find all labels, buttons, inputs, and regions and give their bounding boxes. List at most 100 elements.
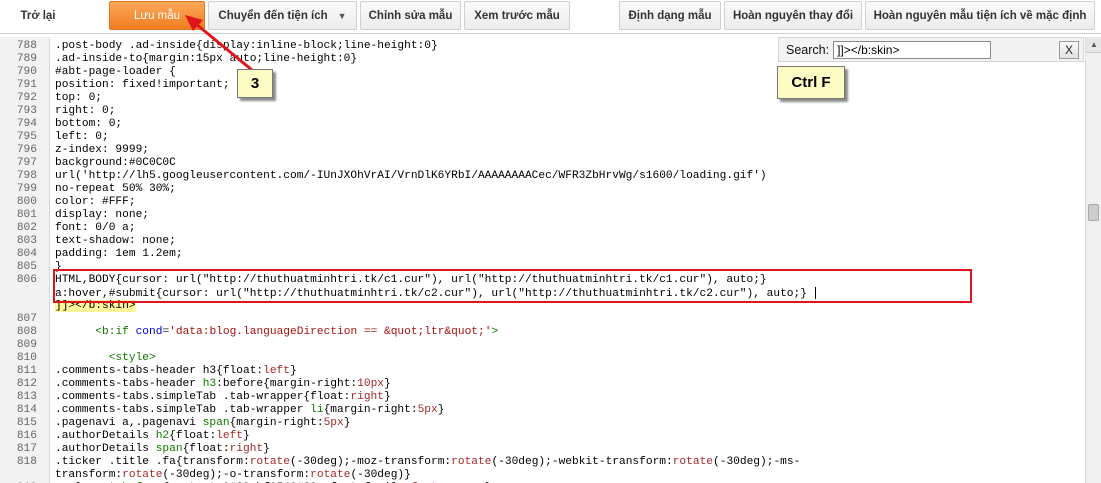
line-number: 801 bbox=[16, 209, 37, 221]
code-token: (-30deg);-ms- bbox=[713, 456, 801, 468]
line-number: 791 bbox=[16, 79, 37, 91]
search-label: Search: bbox=[786, 42, 830, 57]
code-token: url('http://lh5.googleusercontent.com/-I… bbox=[55, 170, 767, 182]
code-line[interactable]: 809 bbox=[0, 339, 1085, 352]
code-token: position: fixed!important; bbox=[55, 79, 230, 91]
line-number: 807 bbox=[16, 313, 37, 325]
code-token: padding: 1em 1.2em; bbox=[55, 248, 183, 260]
save-template-button[interactable]: Lưu mẫu bbox=[109, 1, 205, 30]
line-number: 808 bbox=[16, 326, 37, 338]
line-number: 795 bbox=[16, 131, 37, 143]
code-token: } bbox=[437, 404, 445, 416]
code-token: :before{margin-right: bbox=[216, 378, 358, 390]
code-line[interactable]: 815 .pagenavi a,.pagenavi span{margin-rig… bbox=[0, 417, 1085, 430]
code-token: font: 0/0 a; bbox=[55, 222, 136, 234]
code-token: } bbox=[383, 391, 391, 403]
code-token: <b:if bbox=[95, 326, 136, 338]
code-line[interactable]: 802 font: 0/0 a; bbox=[0, 222, 1085, 235]
revert-changes-button[interactable]: Hoàn nguyên thay đổi bbox=[724, 1, 862, 30]
editor-scrollbar[interactable]: ▲ bbox=[1085, 37, 1101, 483]
code-token: bottom: 0; bbox=[55, 118, 123, 130]
code-line[interactable]: 810 <style> bbox=[0, 352, 1085, 365]
code-line[interactable]: 816 .authorDetails h2{float:left} bbox=[0, 430, 1085, 443]
code-token: (-30deg);-webkit-transform: bbox=[491, 456, 673, 468]
line-number: 799 bbox=[16, 183, 37, 195]
code-line[interactable]: 797 background:#0C0C0C bbox=[0, 157, 1085, 170]
edit-template-tab[interactable]: Chỉnh sửa mẫu bbox=[360, 1, 461, 30]
code-text: position: fixed!important; bbox=[55, 79, 230, 92]
search-bar: Search: X bbox=[778, 37, 1084, 62]
code-text: .comments-tabs.simpleTab .tab-wrapper li… bbox=[55, 404, 444, 417]
back-button[interactable]: Trở lại bbox=[4, 1, 72, 30]
code-line[interactable]: 790 #abt-page-loader { bbox=[0, 66, 1085, 79]
code-line[interactable]: 796 z-index: 9999; bbox=[0, 144, 1085, 157]
code-text: .ticker .title .fa{transform:rotate(-30d… bbox=[55, 456, 800, 469]
line-number: 803 bbox=[16, 235, 37, 247]
code-line[interactable]: 814 .comments-tabs.simpleTab .tab-wrapper… bbox=[0, 404, 1085, 417]
code-line[interactable]: 800 color: #FFF; bbox=[0, 196, 1085, 209]
code-line[interactable]: 804 padding: 1em 1.2em; bbox=[0, 248, 1085, 261]
code-token: background:#0C0C0C bbox=[55, 157, 176, 169]
code-line[interactable]: 811 .comments-tabs-header h3{float:left} bbox=[0, 365, 1085, 378]
code-token: span bbox=[155, 443, 183, 455]
code-line[interactable]: 807 bbox=[0, 313, 1085, 326]
close-search-button[interactable]: X bbox=[1059, 41, 1079, 59]
jump-to-widget-dropdown[interactable]: Chuyển đến tiện ích ▼ bbox=[208, 1, 357, 30]
code-text: font: 0/0 a; bbox=[55, 222, 136, 235]
code-text: .ad-inside-to{margin:15px auto;line-heig… bbox=[55, 53, 357, 66]
code-text: .comments-tabs-header h3:before{margin-r… bbox=[55, 378, 391, 391]
code-token: right bbox=[350, 391, 384, 403]
line-number: 802 bbox=[16, 222, 37, 234]
code-line[interactable]: 812 .comments-tabs-header h3:before{margi… bbox=[0, 378, 1085, 391]
search-input[interactable] bbox=[833, 40, 992, 59]
line-number: 800 bbox=[16, 196, 37, 208]
code-line[interactable]: 791 position: fixed!important; bbox=[0, 79, 1085, 92]
line-number: 788 bbox=[16, 40, 37, 52]
code-line[interactable]: 808 <b:if cond='data:blog.languageDirect… bbox=[0, 326, 1085, 339]
code-token: {float: bbox=[169, 430, 217, 442]
code-line[interactable]: 798 url('http://lh5.googleusercontent.com… bbox=[0, 170, 1085, 183]
code-token: cond bbox=[135, 326, 163, 338]
code-line[interactable]: 793 right: 0; bbox=[0, 105, 1085, 118]
code-line[interactable]: transform:rotate(-30deg);-o-transform:ro… bbox=[0, 469, 1085, 482]
code-token: (-30deg);-o-transform: bbox=[162, 469, 311, 481]
code-text: bottom: 0; bbox=[55, 118, 122, 131]
format-template-button[interactable]: Định dạng mẫu bbox=[619, 1, 721, 30]
jump-to-widget-label: Chuyển đến tiện ích bbox=[218, 9, 328, 22]
revert-widgets-default-button[interactable]: Hoàn nguyên mẫu tiện ích về mặc định bbox=[865, 1, 1095, 30]
code-lines[interactable]: 788 .post-body .ad-inside{display:inline-… bbox=[0, 40, 1085, 483]
code-token: } bbox=[263, 443, 270, 455]
code-token: transform: bbox=[55, 469, 123, 481]
code-token: 5px bbox=[323, 417, 344, 429]
code-text: no-repeat 50% 30%; bbox=[55, 183, 176, 196]
code-text: .comments-tabs-header h3{float:left} bbox=[55, 365, 297, 378]
code-line[interactable]: 817 .authorDetails span{float:right} bbox=[0, 443, 1085, 456]
line-number: 812 bbox=[16, 378, 37, 390]
code-token: li bbox=[310, 404, 324, 416]
chevron-down-icon: ▼ bbox=[337, 10, 347, 21]
code-line[interactable]: 801 display: none; bbox=[0, 209, 1085, 222]
preview-template-tab[interactable]: Xem trước mẫu bbox=[464, 1, 570, 30]
code-text: transform:rotate(-30deg);-o-transform:ro… bbox=[55, 469, 411, 482]
scroll-up-arrow-icon[interactable]: ▲ bbox=[1086, 37, 1101, 53]
code-line[interactable]: 818 .ticker .title .fa{transform:rotate(-… bbox=[0, 456, 1085, 469]
line-number: 816 bbox=[16, 430, 37, 442]
code-token: no-repeat 50% 30%; bbox=[55, 183, 176, 195]
code-line[interactable]: 803 text-shadow: none; bbox=[0, 235, 1085, 248]
code-line[interactable]: 795 left: 0; bbox=[0, 131, 1085, 144]
template-toolbar: Trở lại Lưu mẫu Chuyển đến tiện ích ▼ Ch… bbox=[0, 0, 1101, 34]
code-line[interactable]: 813 .comments-tabs.simpleTab .tab-wrapper… bbox=[0, 391, 1085, 404]
scrollbar-thumb[interactable] bbox=[1088, 204, 1099, 221]
code-text: padding: 1em 1.2em; bbox=[55, 248, 183, 261]
code-editor[interactable]: 788 .post-body .ad-inside{display:inline-… bbox=[0, 37, 1101, 483]
code-line[interactable]: 792 top: 0; bbox=[0, 92, 1085, 105]
code-token: rotate bbox=[249, 456, 290, 468]
code-token: {float: bbox=[182, 443, 230, 455]
code-token: .authorDetails bbox=[55, 430, 156, 442]
code-text: top: 0; bbox=[55, 92, 102, 105]
code-token: .comments-tabs-header h3{float: bbox=[55, 365, 264, 377]
code-token: z-index: 9999; bbox=[55, 144, 149, 156]
code-line[interactable]: 799 no-repeat 50% 30%; bbox=[0, 183, 1085, 196]
line-number: 814 bbox=[16, 404, 37, 416]
code-line[interactable]: 794 bottom: 0; bbox=[0, 118, 1085, 131]
